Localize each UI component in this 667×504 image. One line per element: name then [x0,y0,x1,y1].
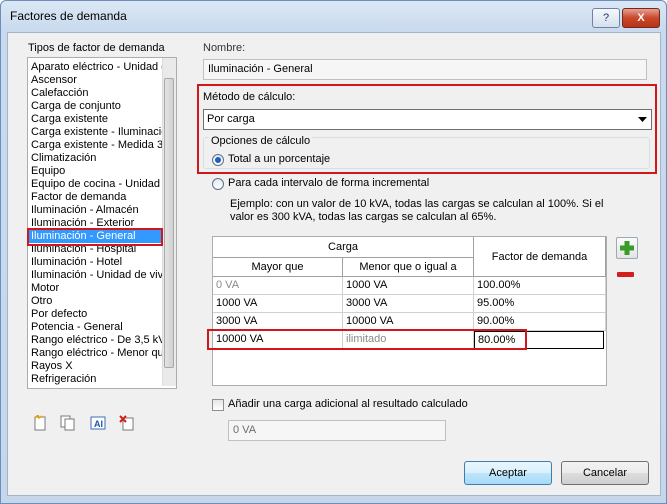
cell-less-equal[interactable]: 1000 VA [343,277,474,295]
list-item[interactable]: Iluminación - Hotel [29,256,162,269]
list-item[interactable]: Motor [29,282,162,295]
close-button[interactable]: X [622,8,660,28]
accept-button[interactable]: Aceptar [464,461,552,485]
cell-less-equal[interactable]: 3000 VA [343,295,474,313]
calculation-method-select[interactable]: Por carga [203,109,652,130]
list-item[interactable]: Climatización [29,152,162,165]
extra-load-label: Añadir una carga adicional al resultado … [228,398,468,410]
name-field[interactable]: Iluminación - General [203,59,647,80]
name-label: Nombre: [203,42,246,54]
demand-factor-types-list[interactable]: Aparato eléctrico - Unidad d Ascensor Cale… [27,57,177,389]
cell-demand-factor[interactable]: 95.00% [474,295,606,313]
load-group-header: Carga [213,237,474,258]
cancel-button[interactable]: Cancelar [561,461,649,485]
rename-icon[interactable]: AI [90,415,106,431]
plus-icon[interactable] [616,237,638,259]
list-item[interactable]: Equipo [29,165,162,178]
list-item[interactable]: Potencia - General [29,321,162,334]
svg-text:AI: AI [94,419,103,429]
list-item[interactable]: Rango eléctrico - Menor qu [29,347,162,360]
list-item[interactable]: Equipo de cocina - Unidad [29,178,162,191]
duplicate-icon[interactable] [60,415,76,431]
incremental-radio[interactable] [212,178,224,190]
list-item[interactable]: Factor de demanda [29,191,162,204]
extra-load-field[interactable]: 0 VA [228,420,446,441]
calculation-options-label: Opciones de cálculo [209,135,313,147]
total-percentage-label: Total a un porcentaje [228,153,331,165]
new-icon[interactable] [32,413,48,431]
example-text-line2: valor es 300 kVA, todas las cargas se ca… [230,211,497,223]
chevron-down-icon [638,110,647,136]
list-item[interactable]: Calefacción [29,87,162,100]
calculation-method-value: Por carga [207,113,255,125]
total-percentage-radio[interactable] [212,154,224,166]
list-item[interactable]: Otro [29,295,162,308]
incremental-label: Para cada intervalo de forma incremental [228,177,430,189]
extra-load-checkbox[interactable] [212,399,224,411]
demand-factor-types-label: Tipos de factor de demanda [28,42,165,54]
list-item[interactable]: Por defecto [29,308,162,321]
list-item[interactable]: Carga existente - Iluminació [29,126,162,139]
calculation-method-label: Método de cálculo: [203,91,296,103]
list-item[interactable]: Refrigeración [29,373,162,386]
list-scrollbar[interactable] [162,58,176,386]
list-item[interactable]: Aparato eléctrico - Unidad d [29,61,162,74]
greater-than-header[interactable]: Mayor que [213,258,343,277]
cell-greater-than[interactable]: 0 VA [213,277,343,295]
list-item[interactable]: Carga existente - Medida 3 [29,139,162,152]
selected-item-highlight [27,228,163,246]
list-item[interactable]: Carga de conjunto [29,100,162,113]
cell-demand-factor[interactable]: 100.00% [474,277,606,295]
window-title: Factores de demanda [10,9,127,23]
example-text-line1: Ejemplo: con un valor de 10 kVA, todas l… [230,198,604,210]
less-equal-header[interactable]: Menor que o igual a [343,258,474,277]
last-row-highlight [207,329,527,350]
cell-greater-than[interactable]: 1000 VA [213,295,343,313]
help-button[interactable]: ? [592,8,620,28]
list-item[interactable]: Rayos X [29,360,162,373]
list-item[interactable]: Iluminación - Unidad de viv [29,269,162,282]
delete-icon[interactable] [119,415,135,431]
list-item[interactable]: Ascensor [29,74,162,87]
list-scrollbar-thumb[interactable] [164,78,174,368]
demand-factor-header[interactable]: Factor de demanda [474,237,606,277]
demand-factor-table[interactable]: Carga Mayor que Menor que o igual a Fact… [212,236,607,386]
list-item[interactable]: Rango eléctrico - De 3,5 kV [29,334,162,347]
list-item[interactable]: Carga existente [29,113,162,126]
list-item[interactable]: Iluminación - Almacén [29,204,162,217]
minus-icon[interactable] [617,270,635,278]
